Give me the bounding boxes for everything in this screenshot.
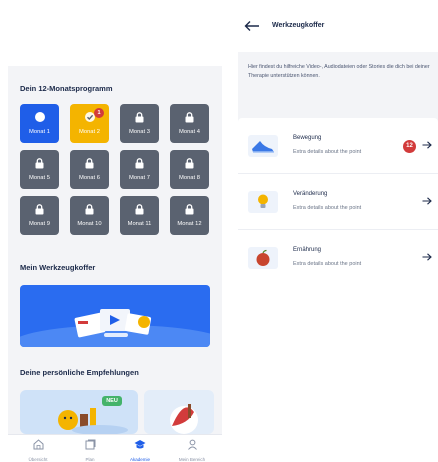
- month-label: Monat 11: [127, 221, 152, 227]
- notification-badge: 1: [94, 108, 104, 118]
- new-badge: NEU: [102, 396, 122, 406]
- month-5-tile[interactable]: Monat 5: [20, 150, 59, 189]
- month-3-tile[interactable]: Monat 3: [120, 104, 159, 143]
- tab-label: Akademie: [129, 457, 150, 462]
- item-name: Veränderung: [293, 191, 328, 197]
- month-9-tile[interactable]: Monat 9: [20, 196, 59, 235]
- academy-icon: [134, 440, 146, 449]
- program-title: Dein 12-Monatsprogramm: [20, 84, 113, 93]
- toolbox-screen: Werkzeugkoffer Hier findest du hilfreich…: [238, 0, 438, 290]
- lock-icon: [185, 157, 194, 168]
- month-label: Monat 9: [29, 221, 50, 227]
- month-10-tile[interactable]: Monat 10: [70, 196, 109, 235]
- item-name: Bewegung: [293, 135, 322, 141]
- lock-icon: [135, 157, 144, 168]
- month-label: Monat 5: [29, 175, 50, 181]
- month-label: Monat 8: [179, 175, 200, 181]
- month-2-tile[interactable]: 1 Monat 2: [70, 104, 109, 143]
- toolbox-illustration: [74, 309, 152, 338]
- tab-label: Plan: [85, 457, 95, 462]
- shoe-icon: [252, 141, 274, 153]
- page-title: Werkzeugkoffer: [272, 22, 325, 29]
- top-bar: [8, 58, 222, 66]
- toolbox-header: Werkzeugkoffer: [238, 0, 438, 52]
- toolbox-banner[interactable]: [20, 285, 210, 347]
- recommendation-card[interactable]: NEU: [20, 390, 138, 434]
- arrow-right-icon: [422, 197, 432, 205]
- intro-text: Hier findest du hilfreiche Video-, Audio…: [248, 64, 430, 79]
- back-arrow-icon[interactable]: [244, 20, 260, 32]
- home-icon: [33, 439, 43, 450]
- lock-icon: [85, 203, 94, 214]
- month-1-tile[interactable]: Monat 1: [20, 104, 59, 143]
- month-label: Monat 1: [29, 129, 50, 135]
- month-label: Monat 6: [79, 175, 100, 181]
- lightbulb-icon: [258, 194, 268, 208]
- apple-icon: [256, 249, 270, 266]
- tab-plan[interactable]: Plan: [70, 439, 110, 462]
- tab-mein-bereich[interactable]: Mein Bereich: [172, 439, 212, 462]
- tab-uebersicht[interactable]: Übersicht: [18, 439, 58, 462]
- tab-akademie[interactable]: Akademie: [120, 439, 160, 462]
- list-item-ernaehrung[interactable]: Ernährung Extra details about the point: [238, 230, 438, 286]
- item-subtitle: Extra details about the point: [293, 149, 362, 155]
- list-item-bewegung[interactable]: Bewegung Extra details about the point 1…: [238, 118, 438, 174]
- item-subtitle: Extra details about the point: [293, 205, 362, 211]
- toolbox-list: Bewegung Extra details about the point 1…: [238, 118, 438, 290]
- arrow-right-icon: [422, 253, 432, 261]
- tab-label: Mein Bereich: [178, 457, 206, 462]
- lock-icon: [135, 203, 144, 214]
- toolbox-title: Mein Werkzeugkoffer: [20, 263, 96, 272]
- user-icon: [187, 439, 197, 450]
- month-8-tile[interactable]: Monat 8: [170, 150, 209, 189]
- count-badge: 12: [403, 140, 416, 153]
- lock-icon: [135, 111, 144, 122]
- month-label: Monat 2: [79, 129, 100, 135]
- bottom-tab-bar: Übersicht Plan Akademie Mein Bereich: [8, 434, 222, 462]
- lock-icon: [185, 111, 194, 122]
- month-6-tile[interactable]: Monat 6: [70, 150, 109, 189]
- arrow-right-icon: [422, 141, 432, 149]
- month-label: Monat 7: [129, 175, 150, 181]
- recommendation-illustration: [170, 404, 198, 434]
- month-label: Monat 4: [179, 129, 200, 135]
- lock-icon: [35, 157, 44, 168]
- month-label: Monat 3: [129, 129, 150, 135]
- month-4-tile[interactable]: Monat 4: [170, 104, 209, 143]
- tab-label: Übersicht: [28, 457, 48, 462]
- home-screen: Dein 12-Monatsprogramm Monat 1 1 Monat 2…: [8, 58, 222, 462]
- item-name: Ernährung: [293, 247, 322, 253]
- lock-icon: [35, 203, 44, 214]
- month-7-tile[interactable]: Monat 7: [120, 150, 159, 189]
- plan-icon: [85, 439, 95, 450]
- item-subtitle: Extra details about the point: [293, 261, 362, 267]
- recommendations-title: Deine persönliche Empfehlungen: [20, 368, 139, 377]
- month-label: Monat 12: [177, 221, 202, 227]
- dot-icon: [34, 112, 45, 122]
- month-12-tile[interactable]: Monat 12: [170, 196, 209, 235]
- lock-icon: [85, 157, 94, 168]
- lock-icon: [185, 203, 194, 214]
- recommendation-card[interactable]: [144, 390, 214, 434]
- month-11-tile[interactable]: Monat 11: [120, 196, 159, 235]
- month-label: Monat 10: [77, 221, 102, 227]
- list-item-veraenderung[interactable]: Veränderung Extra details about the poin…: [238, 174, 438, 230]
